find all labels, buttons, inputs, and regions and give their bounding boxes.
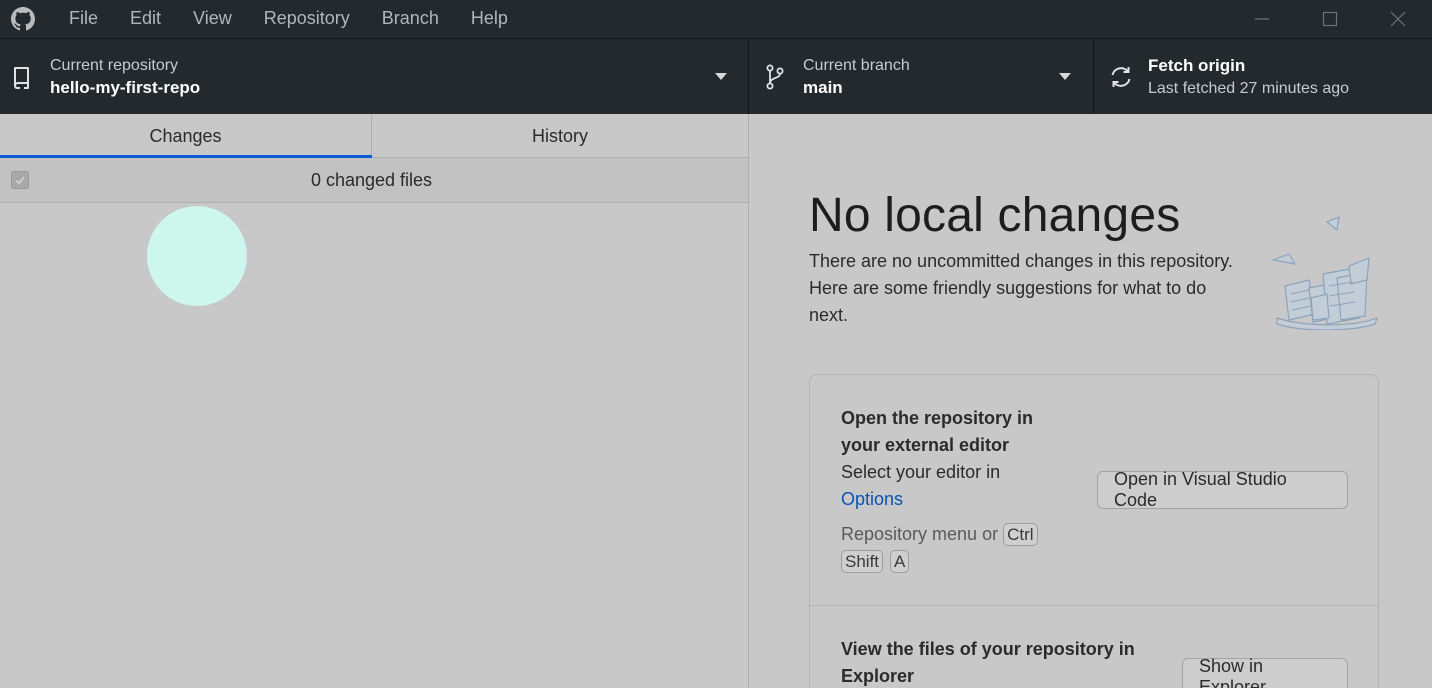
current-repository-label: Current repository [50,56,179,74]
menu-file[interactable]: File [53,0,114,38]
show-in-explorer-button[interactable]: Show in Explorer [1182,656,1348,688]
close-button[interactable] [1364,0,1432,38]
menu-help[interactable]: Help [455,0,524,38]
branch-text: Current branch main [803,55,910,99]
menu-branch[interactable]: Branch [366,0,455,38]
open-in-vscode-button[interactable]: Open in Visual Studio Code [1097,469,1348,510]
chevron-down-icon [1059,73,1071,80]
changes-list-header: 0 changed files [0,158,748,203]
current-repository-name: hello-my-first-repo [50,77,201,97]
chevron-down-icon [715,73,727,80]
window-controls [1228,0,1432,38]
show-in-explorer-title: View the files of your repository in Exp… [841,639,1135,686]
repository-selector[interactable]: Current repository hello-my-first-repo [0,39,749,114]
minimize-button[interactable] [1228,0,1296,38]
current-branch-label: Current branch [803,56,910,74]
open-in-editor-action: Open the repository in your external edi… [810,375,1378,606]
open-in-editor-description: Select your editor in Options [841,459,1041,513]
toolbar: Current repository hello-my-first-repo C… [0,38,1432,114]
menu-bar: File Edit View Repository Branch Help [53,0,524,38]
minimize-icon [1255,18,1269,20]
menu-edit[interactable]: Edit [114,0,177,38]
sync-icon [1108,64,1134,90]
kbd-a: A [890,550,910,573]
kbd-shift: Shift [841,550,884,573]
git-branch-icon [765,64,785,90]
tab-changes[interactable]: Changes [0,114,372,159]
no-changes-view: No local changes There are no uncommitte… [749,114,1432,688]
shortcut-prefix: Repository menu or [841,524,999,544]
suggested-actions: Open the repository in your external edi… [809,374,1379,688]
maximize-icon [1322,11,1338,27]
tab-history[interactable]: History [372,114,748,158]
menu-repository[interactable]: Repository [248,0,366,38]
open-in-editor-title: Open the repository in your external edi… [841,408,1034,455]
github-logo-icon[interactable] [11,7,35,31]
paper-stack-illustration-icon [1271,216,1378,330]
maximize-button[interactable] [1296,0,1364,38]
editor-description-text: Select your editor in [841,462,1001,482]
title-bar: File Edit View Repository Branch Help [0,0,1432,38]
last-fetched-label: Last fetched 27 minutes ago [1148,79,1350,97]
fetch-origin-button[interactable]: Fetch origin Last fetched 27 minutes ago [1094,39,1432,114]
current-branch-name: main [803,77,843,97]
branch-selector[interactable]: Current branch main [749,39,1094,114]
no-changes-description: There are no uncommitted changes in this… [809,251,1233,325]
keyboard-shortcut: Repository menu or Ctrl Shift A [841,521,1061,575]
repo-icon [12,64,32,90]
tab-changes-label: Changes [149,125,222,146]
repository-text: Current repository hello-my-first-repo [50,55,200,99]
fetch-origin-label: Fetch origin [1148,55,1246,75]
click-indicator [147,206,247,306]
changed-files-count: 0 changed files [310,169,433,190]
tab-history-label: History [531,125,588,146]
fetch-text: Fetch origin Last fetched 27 minutes ago [1148,54,1349,100]
tab-bar: Changes History [0,114,748,159]
menu-view[interactable]: View [177,0,248,38]
changes-sidebar: Changes History 0 changed files [0,114,749,688]
page-title: No local changes [809,189,1181,242]
close-icon [1390,11,1406,27]
options-link[interactable]: Options [841,489,903,509]
kbd-ctrl: Ctrl [1003,523,1038,546]
